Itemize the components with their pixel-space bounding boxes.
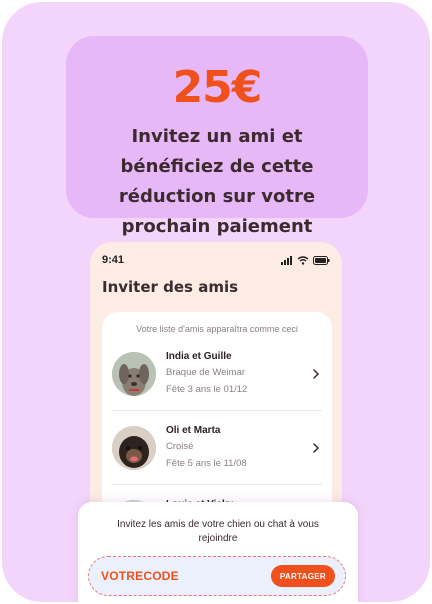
- signal-icon: [281, 255, 292, 265]
- list-hint: Votre liste d'amis apparaîtra comme ceci: [136, 324, 298, 334]
- promo-description: Invitez un ami et bénéficiez de cette ré…: [118, 126, 316, 237]
- wifi-icon: [297, 255, 309, 265]
- referral-code-box[interactable]: VOTRECODE PARTAGER: [88, 556, 346, 596]
- status-time: 9:41: [102, 254, 125, 266]
- list-item[interactable]: India et Guille Braque de Weimar Fête 3 …: [112, 340, 322, 408]
- friend-birthday: Fête 5 ans le 11/08: [166, 458, 247, 469]
- avatar: [112, 426, 156, 470]
- friend-name: India et Guille: [166, 351, 232, 362]
- divider: [112, 410, 322, 411]
- referral-code[interactable]: VOTRECODE: [101, 569, 179, 583]
- friend-breed: Braque de Weimar: [166, 367, 246, 378]
- chevron-right-icon: [313, 443, 320, 453]
- avatar: [112, 352, 156, 396]
- invite-panel: Invitez les amis de votre chien ou chat …: [78, 502, 358, 602]
- referral-card: 25€ Invitez un ami et bénéficiez de cett…: [2, 2, 430, 602]
- battery-icon: [313, 255, 330, 265]
- status-bar: 9:41: [102, 252, 330, 268]
- status-icons: [281, 255, 330, 265]
- page-title: Inviter des amis: [102, 278, 239, 296]
- friend-birthday: Fête 3 ans le 01/12: [166, 384, 248, 395]
- promo-amount: 25€: [172, 62, 263, 113]
- invite-description: Invitez les amis de votre chien ou chat …: [117, 519, 319, 544]
- divider: [112, 484, 322, 485]
- dog-photo: [112, 426, 156, 470]
- friend-breed: Croisé: [166, 441, 194, 452]
- chevron-right-icon: [313, 369, 320, 379]
- dog-photo: [112, 352, 156, 396]
- friend-name: Oli et Marta: [166, 425, 221, 436]
- list-item[interactable]: Oli et Marta Croisé Fête 5 ans le 11/08: [112, 414, 322, 482]
- promo-banner: 25€ Invitez un ami et bénéficiez de cett…: [66, 36, 368, 237]
- share-button[interactable]: PARTAGER: [270, 565, 335, 587]
